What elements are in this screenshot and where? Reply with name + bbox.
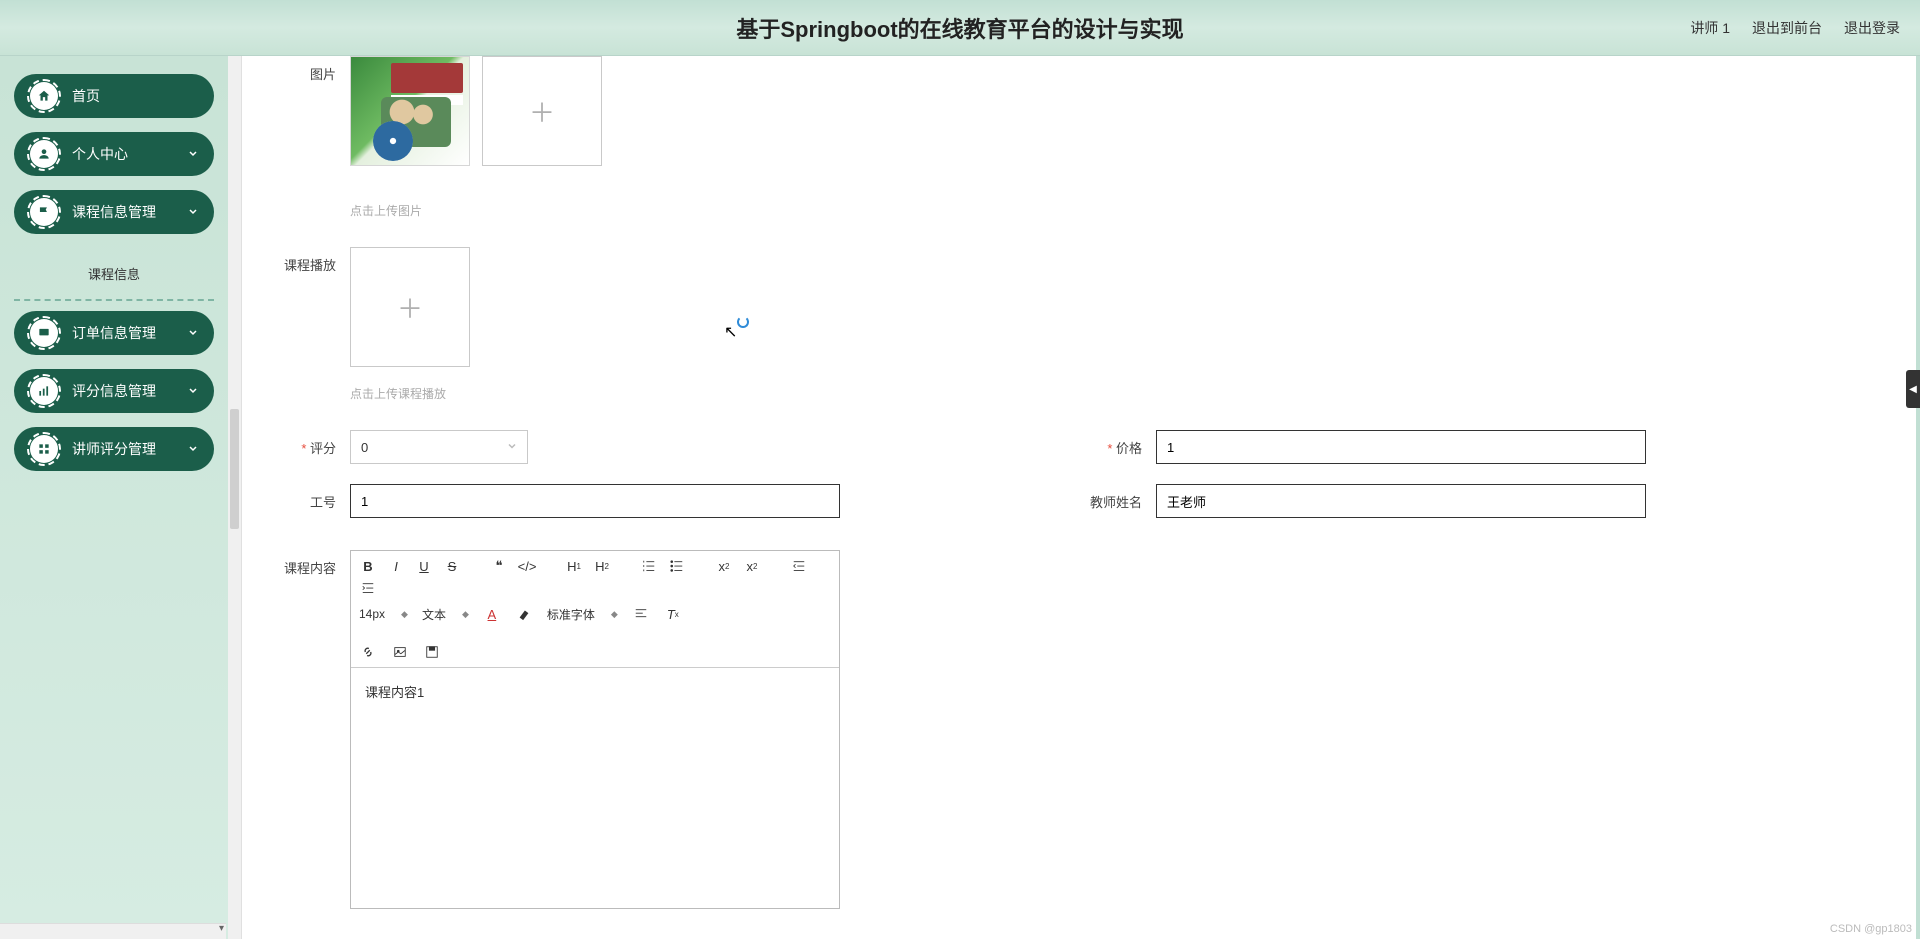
app-header: 基于Springboot的在线教育平台的设计与实现 讲师 1 退出到前台 退出登… [0,0,1920,56]
sidebar-item-order[interactable]: 订单信息管理 [14,311,214,355]
content-panel: 图片 ＋ 点击上传图片 课程播放 [228,56,1916,939]
code-button[interactable]: </> [518,557,536,575]
sidebar-item-label: 订单信息管理 [72,323,156,343]
teacher-input[interactable] [1156,484,1646,518]
chevron-down-icon [188,441,198,457]
chart-icon [30,377,58,405]
sidebar-item-label: 评分信息管理 [72,381,156,401]
plus-icon: ＋ [529,93,555,130]
flag-icon [30,198,58,226]
image-button[interactable] [391,643,409,661]
ol-button[interactable] [640,557,658,575]
superscript-button[interactable]: x2 [743,557,761,575]
indent-button[interactable] [359,579,377,597]
link-button[interactable] [359,643,377,661]
user-icon [30,140,58,168]
underline-button[interactable]: U [415,557,433,575]
sidebar-sub-course-info[interactable]: 课程信息 [14,256,214,291]
strike-button[interactable]: S [443,557,461,575]
video-hint: 点击上传课程播放 [350,385,470,402]
outdent-button[interactable] [790,557,808,575]
form-scroll[interactable]: 图片 ＋ 点击上传图片 课程播放 [240,56,1912,939]
sidebar-submenu: 课程信息 [14,248,214,301]
sidebar: 首页 个人中心 课程信息管理 课程信息 订单信息管理 评分信息管理 讲师评分管理 [0,56,228,939]
video-label: 课程播放 [270,247,350,274]
text-type-select[interactable]: 文本◆ [422,606,469,623]
app-title: 基于Springboot的在线教育平台的设计与实现 [736,12,1183,44]
sidebar-scroll-stub [0,923,226,939]
right-drawer-handle[interactable]: ◀ [1906,370,1920,408]
save-button[interactable] [423,643,441,661]
h2-button[interactable]: H2 [593,557,611,575]
editor-content[interactable]: 课程内容1 [351,668,839,908]
image-upload-box[interactable]: ＋ [482,56,602,166]
chevron-down-icon [507,440,517,455]
exit-front-link[interactable]: 退出到前台 [1752,18,1822,38]
uploaded-image-thumb[interactable] [350,56,470,166]
chevron-down-icon [188,325,198,341]
price-label: 价格 [1076,430,1156,464]
ul-button[interactable] [668,557,686,575]
font-color-button[interactable]: A [483,605,501,623]
h1-button[interactable]: H1 [565,557,583,575]
home-icon [30,82,58,110]
grid-icon [30,435,58,463]
header-actions: 讲师 1 退出到前台 退出登录 [1690,18,1900,38]
font-family-select[interactable]: 标准字体◆ [547,606,618,623]
editor-toolbar: B I U S ❝ </> H1 H2 x2 [351,551,839,668]
clear-format-button[interactable]: Tx [664,605,682,623]
bold-button[interactable]: B [359,557,377,575]
bg-color-button[interactable] [515,605,533,623]
sidebar-item-label: 首页 [72,86,100,106]
content-label: 课程内容 [270,550,350,577]
subscript-button[interactable]: x2 [715,557,733,575]
chevron-down-icon [188,204,198,220]
sidebar-item-rating[interactable]: 评分信息管理 [14,369,214,413]
image-hint: 点击上传图片 [350,202,602,219]
font-size-select[interactable]: 14px◆ [359,607,408,621]
teacher-label: 教师姓名 [1076,484,1156,518]
quote-button[interactable]: ❝ [490,557,508,575]
sidebar-item-profile[interactable]: 个人中心 [14,132,214,176]
rating-value: 0 [361,440,368,455]
image-label: 图片 [270,56,350,83]
plus-icon: ＋ [397,289,423,326]
italic-button[interactable]: I [387,557,405,575]
rating-select[interactable]: 0 [350,430,528,464]
video-upload-box[interactable]: ＋ [350,247,470,367]
user-label[interactable]: 讲师 1 [1690,18,1730,38]
chevron-down-icon [188,146,198,162]
jobno-label: 工号 [270,484,350,518]
chevron-down-icon [188,383,198,399]
monitor-icon [30,319,58,347]
sidebar-item-teacher-rating[interactable]: 讲师评分管理 [14,427,214,471]
watermark: CSDN @gp1803 [1830,923,1912,935]
sidebar-item-label: 个人中心 [72,144,128,164]
rating-label: 评分 [270,430,350,464]
align-button[interactable] [632,605,650,623]
price-input[interactable] [1156,430,1646,464]
jobno-input[interactable] [350,484,840,518]
sidebar-item-course[interactable]: 课程信息管理 [14,190,214,234]
rich-editor: B I U S ❝ </> H1 H2 x2 [350,550,840,909]
sidebar-item-label: 课程信息管理 [72,202,156,222]
logout-link[interactable]: 退出登录 [1844,18,1900,38]
sidebar-item-label: 讲师评分管理 [72,439,156,459]
sidebar-item-home[interactable]: 首页 [14,74,214,118]
